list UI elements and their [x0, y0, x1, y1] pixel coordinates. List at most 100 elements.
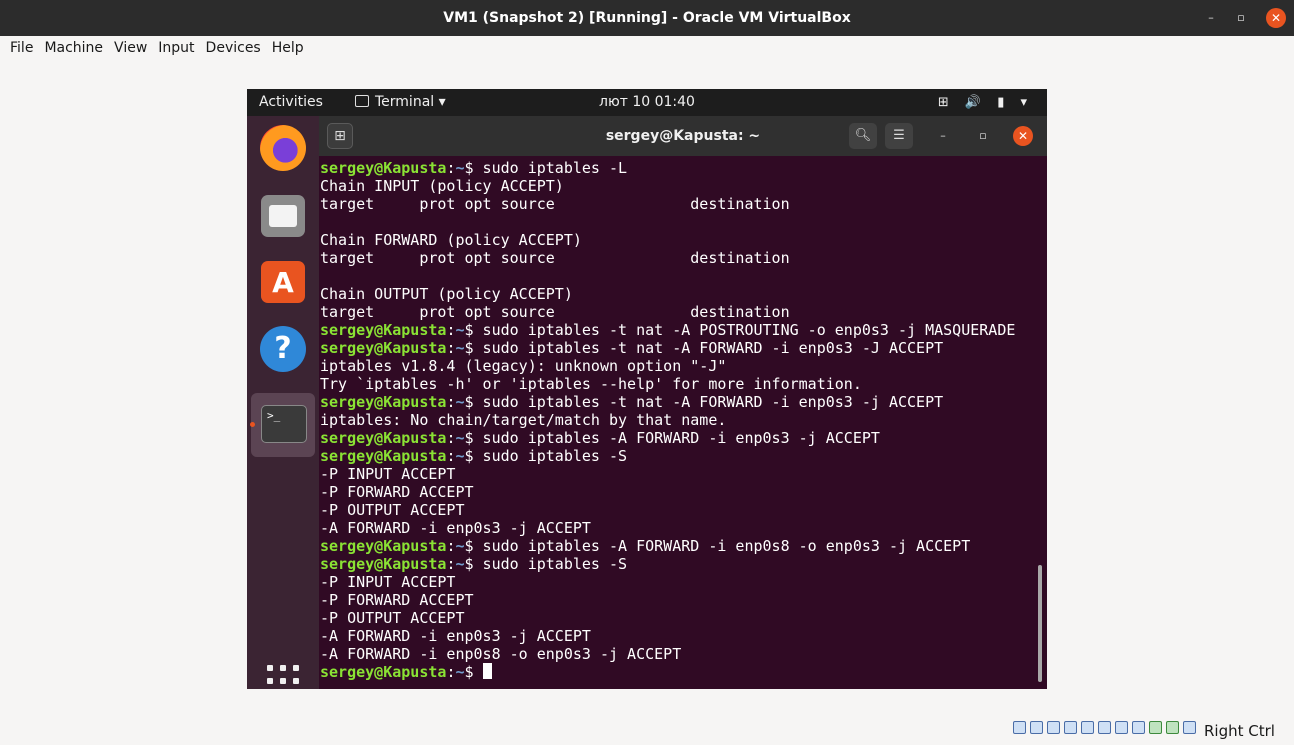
prompt-path: ~ — [455, 429, 465, 447]
command-text: sudo iptables -t nat -A FORWARD -i enp0s… — [473, 339, 944, 357]
audio-icon[interactable] — [1047, 721, 1060, 734]
prompt-path: ~ — [455, 537, 465, 555]
output-line: Try `iptables -h' or 'iptables --help' f… — [320, 375, 1030, 393]
display-icon[interactable] — [1115, 721, 1128, 734]
video-capture-icon[interactable] — [1132, 721, 1145, 734]
status-bar: Right Ctrl — [0, 717, 1294, 741]
virtualization-icon[interactable] — [1149, 721, 1162, 734]
help-icon: ? — [260, 326, 306, 372]
prompt-path: ~ — [455, 663, 465, 681]
clock[interactable]: лют 10 01:40 — [247, 89, 1047, 116]
prompt-path: ~ — [455, 159, 465, 177]
maximize-button[interactable]: ▫ — [1232, 9, 1250, 27]
terminal-close-button[interactable]: ✕ — [1013, 126, 1033, 146]
shared-folders-icon[interactable] — [1098, 721, 1111, 734]
terminal-maximize-button[interactable]: ▫ — [975, 128, 991, 144]
output-line: -P INPUT ACCEPT — [320, 573, 1030, 591]
running-indicator — [250, 422, 255, 427]
text-cursor — [482, 663, 492, 679]
cpu-icon[interactable] — [1166, 721, 1179, 734]
output-line: iptables v1.8.4 (legacy): unknown option… — [320, 357, 1030, 375]
vm-display[interactable]: Activities Terminal ▾ лют 10 01:40 ⊞ 🔊 ▮… — [247, 89, 1047, 689]
prompt-line: sergey@Kapusta:~$ sudo iptables -L — [320, 159, 628, 177]
output-text: -P OUTPUT ACCEPT — [320, 609, 465, 627]
prompt-user: sergey@Kapusta — [320, 339, 447, 357]
optical-drive-icon[interactable] — [1030, 721, 1043, 734]
prompt-path: ~ — [455, 447, 465, 465]
prompt-line: sergey@Kapusta:~$ sudo iptables -t nat -… — [320, 393, 944, 411]
hamburger-menu-button[interactable]: ☰ — [885, 123, 913, 149]
output-text: target prot opt source destination — [320, 249, 790, 267]
terminal-content[interactable]: sergey@Kapusta:~$ sudo iptables -L Chain … — [319, 156, 1047, 689]
mouse-integration-icon[interactable] — [1183, 721, 1196, 734]
command-text — [474, 663, 483, 681]
status-icons — [1013, 721, 1200, 737]
dock: A ? >_ — [247, 116, 319, 689]
hard-disk-icon[interactable] — [1013, 721, 1026, 734]
dock-terminal[interactable]: >_ — [251, 393, 315, 457]
search-button[interactable]: 🔍︎ — [849, 123, 877, 149]
output-text: -P OUTPUT ACCEPT — [320, 501, 465, 519]
menu-machine[interactable]: Machine — [40, 36, 107, 60]
window-title: VM1 (Snapshot 2) [Running] - Oracle VM V… — [443, 10, 851, 26]
terminal-headerbar: ⊞ sergey@Kapusta: ~ 🔍︎ ☰ – ▫ ✕ — [319, 116, 1047, 156]
dock-files[interactable] — [258, 191, 308, 241]
menu-input[interactable]: Input — [154, 36, 198, 60]
prompt-line: sergey@Kapusta:~$ sudo iptables -S — [320, 555, 628, 573]
menu-help[interactable]: Help — [268, 36, 308, 60]
dock-firefox[interactable] — [258, 123, 308, 173]
prompt-line: sergey@Kapusta:~$ sudo iptables -S — [320, 447, 628, 465]
terminal-output: sergey@Kapusta:~$ sudo iptables -L Chain … — [320, 159, 1030, 681]
dock-help[interactable]: ? — [258, 324, 308, 374]
prompt-user: sergey@Kapusta — [320, 321, 447, 339]
software-icon: A — [261, 261, 305, 303]
output-line: -P INPUT ACCEPT — [320, 465, 1030, 483]
menubar: File Machine View Input Devices Help — [0, 36, 1294, 60]
output-text: target prot opt source destination — [320, 195, 790, 213]
system-tray[interactable]: ⊞ 🔊 ▮ ▾ — [938, 89, 1033, 116]
output-text: -P FORWARD ACCEPT — [320, 591, 474, 609]
command-text: sudo iptables -A FORWARD -i enp0s3 -j AC… — [473, 429, 880, 447]
host-titlebar: VM1 (Snapshot 2) [Running] - Oracle VM V… — [0, 0, 1294, 36]
prompt-line: sergey@Kapusta:~$ sudo iptables -t nat -… — [320, 339, 944, 357]
prompt-line: sergey@Kapusta:~$ sudo iptables -t nat -… — [320, 321, 1016, 339]
show-apps-icon[interactable] — [267, 665, 299, 689]
output-text: -A FORWARD -i enp0s3 -j ACCEPT — [320, 519, 591, 537]
menu-view[interactable]: View — [110, 36, 151, 60]
output-text: Chain INPUT (policy ACCEPT) — [320, 177, 564, 195]
prompt-user: sergey@Kapusta — [320, 555, 447, 573]
output-text: -P FORWARD ACCEPT — [320, 483, 474, 501]
command-text: sudo iptables -t nat -A FORWARD -i enp0s… — [473, 393, 944, 411]
prompt-user: sergey@Kapusta — [320, 159, 447, 177]
prompt-line: sergey@Kapusta:~$ — [320, 663, 1030, 681]
output-text: iptables v1.8.4 (legacy): unknown option… — [320, 357, 727, 375]
command-text: sudo iptables -S — [473, 555, 628, 573]
prompt-path: ~ — [455, 321, 465, 339]
minimize-button[interactable]: – — [1202, 9, 1220, 27]
network-icon[interactable] — [1064, 721, 1077, 734]
prompt-user: sergey@Kapusta — [320, 447, 447, 465]
output-text: iptables: No chain/target/match by that … — [320, 411, 727, 429]
prompt-user: sergey@Kapusta — [320, 393, 447, 411]
terminal-scrollbar[interactable] — [1038, 565, 1042, 682]
dock-software[interactable]: A — [258, 257, 308, 307]
command-text: sudo iptables -A FORWARD -i enp0s8 -o en… — [473, 537, 971, 555]
terminal-minimize-button[interactable]: – — [935, 128, 951, 144]
output-line: -A FORWARD -i enp0s3 -j ACCEPT — [320, 519, 1030, 537]
search-icon: 🔍︎ — [854, 128, 872, 143]
command-text: sudo iptables -S — [473, 447, 628, 465]
files-icon — [261, 195, 305, 237]
close-button[interactable]: ✕ — [1266, 8, 1286, 28]
prompt-path: ~ — [455, 393, 465, 411]
output-text: target prot opt source destination — [320, 303, 790, 321]
output-line: -P OUTPUT ACCEPT — [320, 501, 1030, 519]
output-text: Chain FORWARD (policy ACCEPT) — [320, 231, 582, 249]
usb-icon[interactable] — [1081, 721, 1094, 734]
menu-file[interactable]: File — [6, 36, 37, 60]
output-text: -A FORWARD -i enp0s8 -o enp0s3 -j ACCEPT — [320, 645, 682, 663]
output-line: target prot opt source destination — [320, 303, 1030, 321]
command-text: sudo iptables -t nat -A POSTROUTING -o e… — [473, 321, 1016, 339]
menu-devices[interactable]: Devices — [202, 36, 265, 60]
guest-top-bar: Activities Terminal ▾ лют 10 01:40 ⊞ 🔊 ▮… — [247, 89, 1047, 116]
output-line: -P FORWARD ACCEPT — [320, 591, 1030, 609]
